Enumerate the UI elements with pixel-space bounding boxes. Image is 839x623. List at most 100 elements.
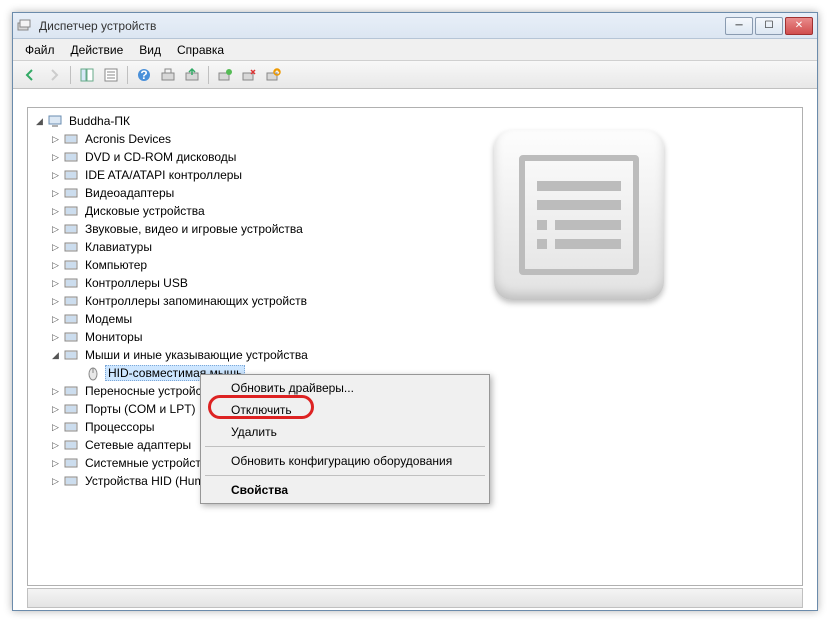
- expander-icon[interactable]: ▷: [50, 458, 61, 469]
- forward-button[interactable]: [43, 64, 65, 86]
- expander-icon[interactable]: ▷: [50, 332, 61, 343]
- tree-node-label: Контроллеры USB: [83, 276, 190, 290]
- menu-help[interactable]: Справка: [169, 41, 232, 59]
- expander-icon[interactable]: ▷: [50, 206, 61, 217]
- help-button[interactable]: ?: [133, 64, 155, 86]
- device-icon: [63, 401, 79, 417]
- keyboard-key-graphic: [494, 130, 664, 300]
- minimize-button[interactable]: ─: [725, 17, 753, 35]
- ctx-update-drivers[interactable]: Обновить драйверы...: [203, 377, 487, 399]
- tree-node-label: Acronis Devices: [83, 132, 173, 146]
- tree-node-label: Системные устройства: [83, 456, 216, 470]
- expander-icon[interactable]: ▷: [50, 242, 61, 253]
- device-icon: [63, 473, 79, 489]
- close-button[interactable]: ✕: [785, 17, 813, 35]
- tree-node-label: Модемы: [83, 312, 134, 326]
- scan-hardware-button[interactable]: [157, 64, 179, 86]
- back-button[interactable]: [19, 64, 41, 86]
- enable-device-button[interactable]: [214, 64, 236, 86]
- tree-category[interactable]: ▷ Видеоадаптеры: [30, 184, 800, 202]
- expander-icon[interactable]: ◢: [50, 350, 61, 361]
- device-icon: [63, 167, 79, 183]
- menu-file[interactable]: Файл: [17, 41, 63, 59]
- device-icon: [63, 131, 79, 147]
- tree-node-label: Контроллеры запоминающих устройств: [83, 294, 309, 308]
- expander-icon[interactable]: ▷: [50, 296, 61, 307]
- device-icon: [63, 221, 79, 237]
- ctx-properties[interactable]: Свойства: [203, 479, 487, 501]
- device-icon: [63, 347, 79, 363]
- tree-category[interactable]: ▷ Acronis Devices: [30, 130, 800, 148]
- tree-node-label: Мыши и иные указывающие устройства: [83, 348, 310, 362]
- toolbar-separator: [208, 66, 209, 84]
- show-hide-tree-button[interactable]: [76, 64, 98, 86]
- tree-node-label: Дисковые устройства: [83, 204, 207, 218]
- tree-category[interactable]: ▷ Контроллеры USB: [30, 274, 800, 292]
- expander-icon[interactable]: ◢: [34, 116, 45, 127]
- device-icon: [63, 239, 79, 255]
- expander-icon[interactable]: ▷: [50, 152, 61, 163]
- window-title: Диспетчер устройств: [39, 19, 725, 33]
- tree-category[interactable]: ▷ Компьютер: [30, 256, 800, 274]
- expander-icon[interactable]: ▷: [50, 422, 61, 433]
- tree-category[interactable]: ▷ Звуковые, видео и игровые устройства: [30, 220, 800, 238]
- svg-text:?: ?: [140, 68, 147, 82]
- expander-icon[interactable]: ▷: [50, 404, 61, 415]
- uninstall-device-button[interactable]: [262, 64, 284, 86]
- tree-node-label: Сетевые адаптеры: [83, 438, 193, 452]
- tree-category[interactable]: ◢ Мыши и иные указывающие устройства: [30, 346, 800, 364]
- tree-root[interactable]: ◢ Buddha-ПК: [30, 112, 800, 130]
- menubar: Файл Действие Вид Справка: [13, 39, 817, 61]
- expander-icon[interactable]: ▷: [50, 260, 61, 271]
- tree-node-label: Клавиатуры: [83, 240, 154, 254]
- menu-action[interactable]: Действие: [63, 41, 132, 59]
- maximize-button[interactable]: ☐: [755, 17, 783, 35]
- device-icon: [63, 203, 79, 219]
- tree-node-label: Мониторы: [83, 330, 144, 344]
- properties-button[interactable]: [100, 64, 122, 86]
- tree-node-label: Видеоадаптеры: [83, 186, 176, 200]
- tree-node-label: Buddha-ПК: [67, 114, 132, 128]
- tree-category[interactable]: ▷ Контроллеры запоминающих устройств: [30, 292, 800, 310]
- toolbar: ?: [13, 61, 817, 89]
- ctx-separator: [205, 475, 485, 476]
- tree-node-label: Компьютер: [83, 258, 149, 272]
- device-icon: [63, 419, 79, 435]
- expander-icon[interactable]: ▷: [50, 224, 61, 235]
- app-icon: [17, 18, 33, 34]
- expander-icon[interactable]: ▷: [50, 386, 61, 397]
- device-icon: [63, 329, 79, 345]
- toolbar-separator: [127, 66, 128, 84]
- menu-view[interactable]: Вид: [131, 41, 169, 59]
- expander-icon[interactable]: ▷: [50, 188, 61, 199]
- tree-category[interactable]: ▷ Дисковые устройства: [30, 202, 800, 220]
- tree-category[interactable]: ▷ Модемы: [30, 310, 800, 328]
- expander-icon[interactable]: ▷: [50, 134, 61, 145]
- expander-icon[interactable]: ▷: [50, 314, 61, 325]
- update-driver-button[interactable]: [181, 64, 203, 86]
- tree-node-label: Порты (COM и LPT): [83, 402, 198, 416]
- tree-node-label: Процессоры: [83, 420, 157, 434]
- tree-category[interactable]: ▷IDE ATA/ATAPI контроллеры: [30, 166, 800, 184]
- tree-category[interactable]: ▷ DVD и CD-ROM дисководы: [30, 148, 800, 166]
- expander-icon[interactable]: ▷: [50, 476, 61, 487]
- tree-node-label: Звуковые, видео и игровые устройства: [83, 222, 305, 236]
- titlebar[interactable]: Диспетчер устройств ─ ☐ ✕: [13, 13, 817, 39]
- device-icon: [63, 437, 79, 453]
- ctx-disable[interactable]: Отключить: [203, 399, 487, 421]
- device-icon: [63, 185, 79, 201]
- tree-node-label: DVD и CD-ROM дисководы: [83, 150, 238, 164]
- mouse-icon: [85, 365, 101, 381]
- device-icon: [63, 383, 79, 399]
- expander-icon[interactable]: ▷: [50, 440, 61, 451]
- ctx-delete[interactable]: Удалить: [203, 421, 487, 443]
- tree-category[interactable]: ▷ Мониторы: [30, 328, 800, 346]
- device-icon: [63, 149, 79, 165]
- ctx-scan-hardware[interactable]: Обновить конфигурацию оборудования: [203, 450, 487, 472]
- disable-device-button[interactable]: [238, 64, 260, 86]
- device-tree-panel[interactable]: ◢ Buddha-ПК ▷ Acronis Devices ▷ DVD и CD-ROM …: [27, 107, 803, 586]
- tree-category[interactable]: ▷ Клавиатуры: [30, 238, 800, 256]
- expander-icon[interactable]: ▷: [50, 170, 61, 181]
- device-icon: [63, 275, 79, 291]
- expander-icon[interactable]: ▷: [50, 278, 61, 289]
